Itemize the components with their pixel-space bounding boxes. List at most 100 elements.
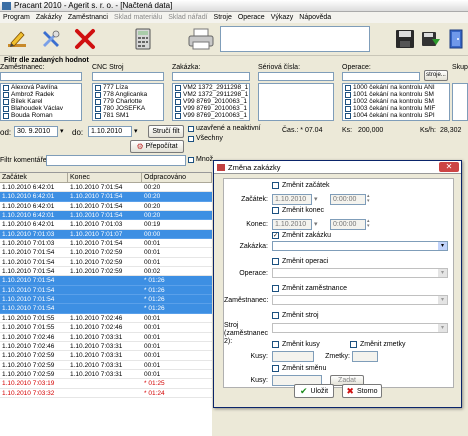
table-row[interactable]: 1.10.2010 7:02:46 1.10.2010 7:03:31 00:01 [0,342,212,352]
table-row[interactable]: 1.10.2010 7:01:55 1.10.2010 7:02:46 00:01 [0,323,212,333]
menu-item-1[interactable]: Zakázky [36,12,62,23]
calculator-icon[interactable] [130,26,156,52]
order-select[interactable]: ▾ [272,241,448,251]
table-row[interactable]: 1.10.2010 7:02:46 1.10.2010 7:03:31 00:01 [0,333,212,342]
quantity-checkbox[interactable]: Množ [188,156,213,163]
employee-list[interactable]: Alexová Pavlína Ambrož Radek Bílek Karel Bl… [0,83,82,121]
short-filter-button[interactable]: Stručí filt [148,125,184,138]
menu-item-0[interactable]: Program [3,12,30,23]
date-to-input[interactable]: 1.10.2010 [88,126,132,137]
cancel-button[interactable]: ✖ Storno [342,384,382,398]
change-shift-checkbox[interactable]: Změnit směnu [272,365,326,372]
pieces-input[interactable] [272,351,314,362]
table-row[interactable]: 1.10.2010 7:03:32 * 01:24 [0,389,212,398]
change-start-checkbox[interactable]: Změnit začátek [272,182,329,189]
operation-list-item[interactable]: 1004 čekání na kontrolu SPI [343,112,449,119]
scrap-input[interactable] [352,351,378,362]
calendar-dropdown-icon[interactable]: ▾ [314,195,318,203]
change-pieces-checkbox[interactable]: Změnit kusy [272,341,320,348]
employee-search-input[interactable] [0,72,82,81]
table-row[interactable]: 1.10.2010 7:01:54 1.10.2010 7:02:59 00:02 [0,267,212,277]
save-button[interactable]: ✔ Uložit [294,384,334,398]
menu-item-3[interactable]: Sklad materiálu [114,12,162,23]
cnc-list-item[interactable]: 780 JOSEFKA [93,105,163,112]
menu-item-8[interactable]: Nápověda [299,12,331,23]
table-row[interactable]: 1.10.2010 6:42:01 1.10.2010 7:01:54 00:20 [0,192,212,202]
end-date-input[interactable]: 1.10.2010 [272,219,312,230]
delete-icon[interactable] [72,26,98,52]
recalculate-button[interactable]: ⚙ Přepočítat [130,140,184,153]
comment-filter-input[interactable] [46,155,186,166]
machine-select[interactable]: ▾ [272,323,448,333]
column-header-end[interactable]: Konec [68,173,142,182]
column-header-start[interactable]: Začátek [0,173,68,182]
table-row[interactable]: 1.10.2010 7:01:54 * 01:26 [0,304,212,314]
calendar-dropdown-icon[interactable]: ▾ [314,220,318,228]
table-row[interactable]: 1.10.2010 7:02:59 1.10.2010 7:03:31 00:01 [0,370,212,380]
order-list-item[interactable]: V99 8769_2010063_1 Duti [173,112,249,119]
order-list-item[interactable]: V99 8769_2010063_1 Duti [173,98,249,105]
operation-list-item[interactable]: 1000 čekání na kontrolu ANI [343,84,449,91]
operation-list-item[interactable]: 1001 čekání na kontrolu SM [343,91,449,98]
table-row[interactable]: 1.10.2010 6:42:01 1.10.2010 7:01:54 00:20 [0,202,212,212]
save-disk-icon[interactable] [392,26,418,52]
printer-icon[interactable] [186,26,216,52]
exit-door-icon[interactable] [444,26,468,52]
end-time-input[interactable]: 0:00:00 [330,219,366,230]
change-operation-checkbox[interactable]: Změnit operaci [272,258,328,265]
operation-list[interactable]: 1000 čekání na kontrolu ANI 1001 čekání n… [342,83,450,121]
pencil-icon[interactable] [4,26,30,52]
operation-search-input[interactable] [342,72,420,81]
employee-select[interactable]: ▾ [272,295,448,305]
cnc-search-input[interactable] [92,72,164,81]
employee-list-item[interactable]: Bouda Roman [1,112,81,119]
table-row[interactable]: 1.10.2010 7:01:03 1.10.2010 7:01:07 00:00 [0,229,212,240]
order-search-input[interactable] [172,72,250,81]
change-employee-checkbox[interactable]: Změnit zaměstnance [272,285,347,292]
table-row[interactable]: 1.10.2010 7:02:59 1.10.2010 7:03:31 00:01 [0,351,212,361]
menu-item-2[interactable]: Zaměstnanci [68,12,108,23]
table-row[interactable]: 1.10.2010 7:01:55 1.10.2010 7:02:46 00:01 [0,314,212,324]
menu-item-4[interactable]: Sklad nářadí [168,12,207,23]
time-spin-icon[interactable]: ▴ ▾ [367,219,370,229]
closed-inactive-checkbox[interactable]: uzavřené a neaktivní [188,125,261,132]
table-row[interactable]: 1.10.2010 7:01:54 1.10.2010 7:02:59 00:01 [0,258,212,268]
change-order-checkbox[interactable]: ✓ Změnit zakázku [272,232,331,239]
table-row[interactable]: 1.10.2010 7:01:54 1.10.2010 7:02:59 00:01 [0,248,212,258]
change-scrap-checkbox[interactable]: Změnit zmetky [350,341,406,348]
machines-button[interactable]: stroje... [424,70,448,81]
date-from-input[interactable]: 30. 9.2010 [14,126,58,137]
employee-list-item[interactable]: Bílek Karel [1,98,81,105]
time-spin-icon[interactable]: ▴ ▾ [367,194,370,204]
all-checkbox[interactable]: Všechny [188,135,223,142]
cnc-list-item[interactable]: 778 Anglicanka [93,91,163,98]
order-list-item[interactable]: VM2 1372_2911298_1 Duti [173,91,249,98]
menu-item-6[interactable]: Operace [238,12,265,23]
employee-list-item[interactable]: Blahoudek Václav [1,105,81,112]
disk-go-icon[interactable] [418,26,444,52]
change-machine-checkbox[interactable]: Změnit stroj [272,312,319,319]
order-list-item[interactable]: VM2 1372_2911298_1 Duti [173,84,249,91]
cnc-list-item[interactable]: 781 SM1 [93,112,163,119]
start-time-input[interactable]: 0:00:00 [330,194,366,205]
serial-list[interactable] [258,83,334,121]
order-list[interactable]: VM2 1372_2911298_1 DutiVM2 1372_2911298_… [172,83,250,121]
table-row[interactable]: 1.10.2010 7:01:54 * 01:26 [0,285,212,296]
operation-list-item[interactable]: 1003 čekání na kontrolu MIF [343,105,449,112]
order-list-item[interactable]: V99 8769_2010063_1 Duti [173,105,249,112]
close-icon[interactable]: ✕ [439,162,459,172]
employee-list-item[interactable]: Alexová Pavlína [1,84,81,91]
change-end-checkbox[interactable]: Změnit konec [272,207,324,214]
menu-item-7[interactable]: Výkazy [271,12,294,23]
column-header-worked[interactable]: Odpracováno [142,173,212,182]
employee-list-item[interactable]: Ambrož Radek [1,91,81,98]
table-row[interactable]: 1.10.2010 7:02:59 1.10.2010 7:03:31 00:01 [0,361,212,370]
start-date-input[interactable]: 1.10.2010 [272,194,312,205]
table-row[interactable]: 1.10.2010 6:42:01 1.10.2010 7:01:54 00:20 [0,211,212,221]
operation-list-item[interactable]: 1002 čekání na kontrolu SM [343,98,449,105]
table-row[interactable]: 1.10.2010 7:03:19 * 01:25 [0,379,212,389]
operation-select[interactable]: ▾ [272,268,448,278]
table-row[interactable]: 1.10.2010 7:01:03 1.10.2010 7:01:54 00:01 [0,239,212,249]
serial-search-input[interactable] [258,72,334,81]
cnc-list[interactable]: 777 Líza 778 Anglicanka 779 Charlotte 780 J… [92,83,164,121]
